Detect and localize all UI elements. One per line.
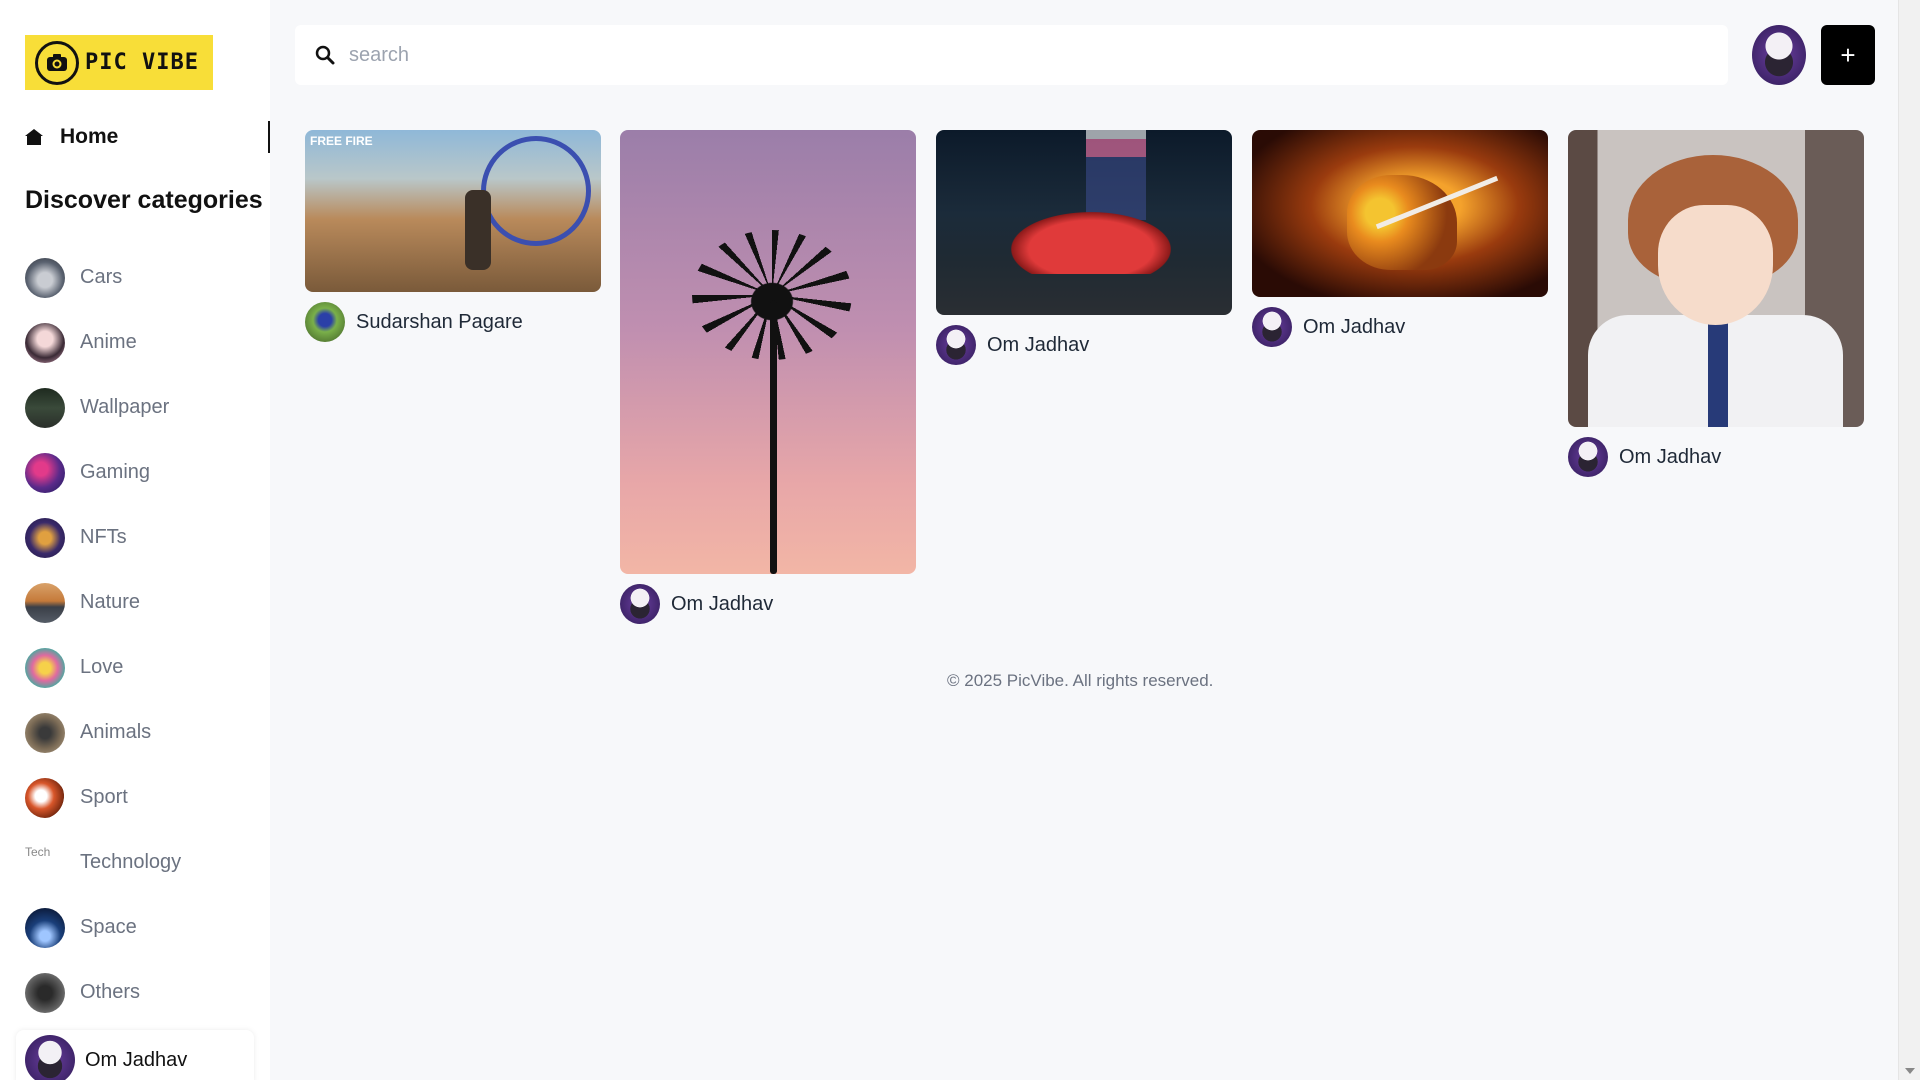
love-thumb-icon: [25, 647, 65, 688]
author-avatar: [1568, 437, 1608, 477]
pin-card[interactable]: Om Jadhav: [936, 130, 1232, 365]
search-icon: [313, 43, 337, 67]
home-icon: [25, 129, 45, 145]
pin-author[interactable]: Om Jadhav: [936, 325, 1232, 365]
category-label: Cars: [80, 266, 123, 288]
category-label: Nature: [80, 591, 141, 613]
author-avatar: [620, 584, 660, 624]
category-gaming[interactable]: Gaming: [25, 440, 181, 505]
category-technology[interactable]: Tech Technology: [25, 830, 181, 895]
logo-text: PIC VIBE: [85, 50, 199, 75]
category-label: Anime: [80, 331, 137, 353]
nav-home-label: Home: [60, 125, 119, 148]
sport-thumb-icon: [25, 777, 65, 818]
pin-card[interactable]: FREE FIRE Sudarshan Pagare: [305, 130, 601, 342]
pin-image[interactable]: [1568, 130, 1864, 427]
author-name: Om Jadhav: [987, 333, 1090, 356]
category-anime[interactable]: Anime: [25, 310, 181, 375]
camera-icon: [35, 40, 79, 85]
author-name: Om Jadhav: [1619, 445, 1722, 468]
pin-author[interactable]: Om Jadhav: [1568, 437, 1864, 477]
category-love[interactable]: Love: [25, 635, 181, 700]
city-lights-shape: [1086, 130, 1146, 220]
ferris-wheel-shape: [481, 136, 591, 246]
category-label: Technology: [80, 851, 182, 873]
category-label: Space: [80, 916, 137, 938]
face-shape: [1658, 205, 1773, 325]
vertical-scrollbar[interactable]: [1898, 0, 1920, 1080]
category-space[interactable]: Space: [25, 895, 181, 960]
category-label: NFTs: [80, 526, 127, 548]
search-input[interactable]: [349, 43, 1649, 67]
anime-thumb-icon: [25, 322, 65, 363]
animals-thumb-icon: [25, 712, 65, 753]
pin-author[interactable]: Om Jadhav: [620, 584, 916, 624]
search-bar[interactable]: [295, 25, 1728, 85]
category-others[interactable]: Others: [25, 960, 181, 1025]
category-label: Gaming: [80, 461, 151, 483]
pin-image[interactable]: [936, 130, 1232, 315]
pin-card[interactable]: Om Jadhav: [1252, 130, 1548, 347]
category-list: Cars Anime Wallpaper Gaming NFTs Nature …: [25, 245, 181, 1025]
broken-image-icon: Tech: [25, 844, 51, 859]
cars-thumb-icon: [25, 257, 65, 298]
scroll-down-icon[interactable]: [1905, 1068, 1915, 1074]
pin-card[interactable]: Om Jadhav: [1568, 130, 1864, 477]
pin-image[interactable]: [1252, 130, 1548, 297]
category-label: Sport: [80, 786, 128, 808]
add-pin-button[interactable]: +: [1821, 25, 1875, 85]
space-thumb-icon: [25, 907, 65, 948]
discover-categories-title: Discover categories: [25, 186, 263, 214]
others-thumb-icon: [25, 972, 65, 1013]
profile-avatar[interactable]: [1752, 25, 1806, 85]
category-sport[interactable]: Sport: [25, 765, 181, 830]
current-user-name: Om Jadhav: [85, 1048, 188, 1071]
category-label: Love: [80, 656, 124, 678]
nature-thumb-icon: [25, 582, 65, 623]
footer-copyright: © 2025 PicVibe. All rights reserved.: [947, 671, 1214, 690]
author-name: Sudarshan Pagare: [356, 310, 523, 333]
car-shape: [1011, 212, 1171, 274]
category-animals[interactable]: Animals: [25, 700, 181, 765]
user-avatar: [25, 1035, 75, 1080]
category-cars[interactable]: Cars: [25, 245, 181, 310]
category-label: Others: [80, 981, 141, 1003]
category-nfts[interactable]: NFTs: [25, 505, 181, 570]
palm-trunk-shape: [770, 300, 777, 574]
app-logo[interactable]: PIC VIBE: [25, 35, 213, 90]
pin-image[interactable]: [620, 130, 916, 574]
category-label: Wallpaper: [80, 396, 170, 418]
pin-author[interactable]: Sudarshan Pagare: [305, 302, 601, 342]
author-avatar: [1252, 307, 1292, 347]
category-nature[interactable]: Nature: [25, 570, 181, 635]
pin-author[interactable]: Om Jadhav: [1252, 307, 1548, 347]
author-name: Om Jadhav: [1303, 315, 1406, 338]
pin-card[interactable]: Om Jadhav: [620, 130, 916, 624]
pin-image[interactable]: FREE FIRE: [305, 130, 601, 292]
character-shape: [465, 190, 491, 270]
category-label: Animals: [80, 721, 152, 743]
author-avatar: [936, 325, 976, 365]
current-user-card[interactable]: Om Jadhav: [16, 1030, 254, 1080]
image-brand-text: FREE FIRE: [310, 134, 373, 148]
wallpaper-thumb-icon: [25, 387, 65, 428]
gaming-thumb-icon: [25, 452, 65, 493]
author-avatar: [305, 302, 345, 342]
tie-shape: [1708, 315, 1728, 427]
nav-home[interactable]: Home: [25, 121, 270, 153]
category-wallpaper[interactable]: Wallpaper: [25, 375, 181, 440]
sidebar: PIC VIBE Home Discover categories Cars A…: [0, 0, 270, 1080]
author-name: Om Jadhav: [671, 592, 774, 615]
nfts-thumb-icon: [25, 517, 65, 558]
fighter-shape: [1347, 175, 1457, 270]
